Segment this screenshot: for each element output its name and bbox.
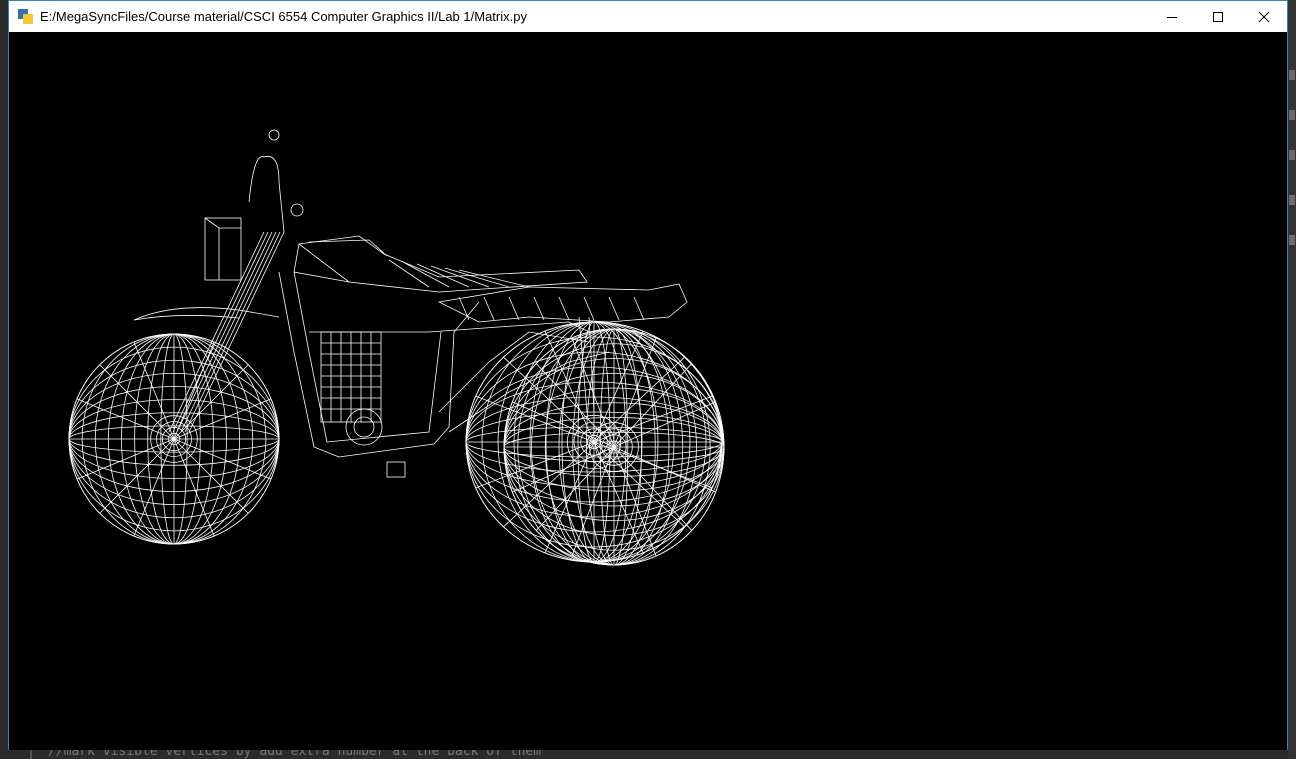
frame [293, 271, 442, 443]
close-button[interactable] [1241, 1, 1287, 32]
engine-cover [353, 416, 375, 438]
window-controls [1149, 1, 1287, 32]
close-icon [1258, 11, 1270, 22]
seat [533, 296, 545, 321]
rear-shock [578, 316, 588, 413]
maximize-button[interactable] [1195, 1, 1241, 32]
seat [458, 296, 470, 321]
motorcycle-wireframe [68, 129, 725, 566]
fuel-tank [458, 269, 530, 288]
editor-side-mark [1289, 70, 1295, 80]
mirror [268, 129, 280, 141]
editor-side-mark [1289, 195, 1295, 205]
seat [483, 296, 495, 321]
seat [608, 296, 620, 321]
editor-side-mark [1289, 150, 1295, 160]
front-fork [184, 231, 281, 433]
python-icon [18, 8, 34, 25]
headlight-box [204, 217, 242, 281]
handlebar [248, 155, 285, 233]
footpeg [386, 461, 406, 478]
render-viewport[interactable] [9, 32, 1287, 750]
front-fork [176, 231, 273, 433]
opengl-window: E:/MegaSyncFiles/Course material/CSCI 65… [8, 0, 1288, 750]
front-fork [180, 231, 277, 433]
seat [633, 296, 645, 321]
frame [278, 271, 480, 458]
seat [508, 296, 520, 321]
front-fork [168, 231, 265, 433]
front-fork [172, 231, 269, 433]
seat [583, 296, 595, 321]
minimize-button[interactable] [1149, 1, 1195, 32]
editor-side-mark [1289, 110, 1295, 120]
handlebar-grip [290, 203, 304, 217]
editor-side-mark [1289, 235, 1295, 245]
window-title: E:/MegaSyncFiles/Course material/CSCI 65… [40, 9, 527, 24]
minimize-icon [1167, 16, 1177, 18]
seat [558, 296, 570, 321]
maximize-icon [1213, 11, 1223, 22]
fuel-tank [444, 267, 510, 288]
fuel-tank [430, 265, 490, 288]
front-wheel [68, 333, 280, 545]
engine-cover [345, 408, 383, 446]
front-fender [133, 307, 280, 321]
headlight-edge [204, 217, 241, 280]
rear-wheel-inner [503, 328, 725, 566]
title-bar[interactable]: E:/MegaSyncFiles/Course material/CSCI 65… [9, 1, 1287, 32]
